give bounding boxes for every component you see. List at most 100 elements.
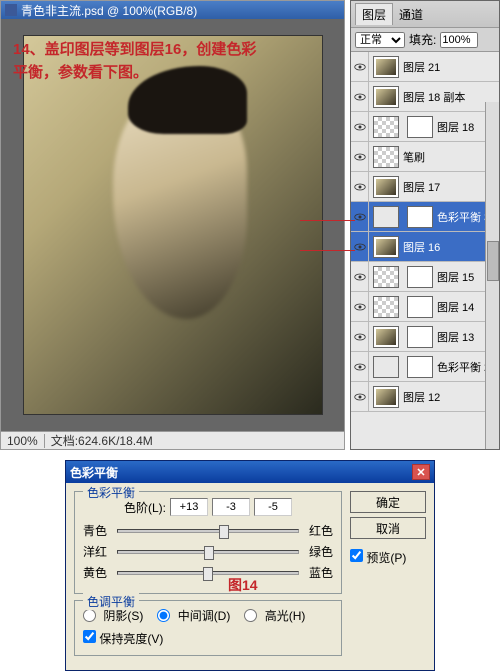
layer-mask-thumbnail[interactable]	[407, 326, 433, 348]
document-window: 青色非主流.psd @ 100%(RGB/8) 14、盖印图层等到图层16，创建…	[0, 0, 345, 450]
layer-name[interactable]: 图层 17	[403, 179, 440, 195]
level-cyan-red[interactable]	[170, 498, 208, 516]
layer-name[interactable]: 图层 16	[403, 239, 440, 255]
panel-tabs[interactable]: 图层 通道	[351, 1, 499, 28]
visibility-eye-icon[interactable]	[351, 262, 369, 292]
layer-row[interactable]: 图层 15	[351, 262, 499, 292]
portrait-image	[23, 35, 323, 415]
fill-value[interactable]	[440, 32, 478, 48]
layer-thumbnail[interactable]	[373, 386, 399, 408]
color-balance-dialog[interactable]: 色彩平衡 ✕ 色彩平衡 色阶(L): 青色红色 洋红绿色 黄色蓝色 色调平衡 阴…	[65, 460, 435, 671]
layer-mask-thumbnail[interactable]	[407, 356, 433, 378]
layer-name[interactable]: 图层 18	[437, 119, 474, 135]
scrollbar-vertical[interactable]	[485, 102, 499, 449]
visibility-eye-icon[interactable]	[351, 172, 369, 202]
layer-thumbnail[interactable]	[373, 296, 399, 318]
document-title: 青色非主流.psd @ 100%(RGB/8)	[21, 2, 197, 19]
layer-name[interactable]: 图层 14	[437, 299, 474, 315]
layer-name[interactable]: 图层 18 副本	[403, 89, 465, 105]
yellow-label: 黄色	[83, 564, 113, 581]
dialog-titlebar[interactable]: 色彩平衡 ✕	[66, 461, 434, 483]
layer-thumbnail[interactable]	[373, 266, 399, 288]
tab-layers[interactable]: 图层	[355, 3, 393, 25]
layer-thumbnail[interactable]	[373, 56, 399, 78]
magenta-label: 洋红	[83, 543, 113, 560]
layer-row[interactable]: 笔刷	[351, 142, 499, 172]
layer-row[interactable]: 图层 12	[351, 382, 499, 412]
layer-row[interactable]: 图层 13	[351, 322, 499, 352]
visibility-eye-icon[interactable]	[351, 202, 369, 232]
scrollbar-thumb[interactable]	[487, 241, 499, 281]
color-balance-group: 色彩平衡 色阶(L): 青色红色 洋红绿色 黄色蓝色	[74, 491, 342, 594]
layer-thumbnail[interactable]	[373, 206, 399, 228]
layer-thumbnail[interactable]	[373, 116, 399, 138]
zoom-level[interactable]: 100%	[1, 434, 45, 448]
layer-thumbnail[interactable]	[373, 236, 399, 258]
levels-label: 色阶(L):	[124, 499, 166, 516]
layer-mask-thumbnail[interactable]	[407, 266, 433, 288]
level-magenta-green[interactable]	[212, 498, 250, 516]
visibility-eye-icon[interactable]	[351, 382, 369, 412]
layer-row[interactable]: 图层 18	[351, 112, 499, 142]
layer-thumbnail[interactable]	[373, 86, 399, 108]
doc-size-info: 文档:624.6K/18.4M	[45, 432, 159, 449]
close-icon[interactable]: ✕	[412, 464, 430, 480]
layers-panel[interactable]: 图层 通道 正常 填充: 图层 21 图层 18 副本图层 18 笔刷图层 17 色彩…	[350, 0, 500, 450]
layer-mask-thumbnail[interactable]	[407, 116, 433, 138]
callout-line-2	[300, 250, 355, 251]
layer-row[interactable]: 色彩平衡 2	[351, 352, 499, 382]
layer-mask-thumbnail[interactable]	[407, 296, 433, 318]
tab-channels[interactable]: 通道	[393, 4, 429, 25]
visibility-eye-icon[interactable]	[351, 292, 369, 322]
layer-thumbnail[interactable]	[373, 326, 399, 348]
layer-thumbnail[interactable]	[373, 176, 399, 198]
layer-name[interactable]: 图层 21	[403, 59, 440, 75]
highlights-radio[interactable]: 高光(H)	[244, 607, 305, 624]
green-label: 绿色	[303, 543, 333, 560]
preview-check[interactable]: 预览(P)	[350, 549, 406, 566]
layer-name[interactable]: 图层 12	[403, 389, 440, 405]
blend-mode-select[interactable]: 正常	[355, 32, 405, 48]
group-label: 色彩平衡	[83, 484, 139, 501]
visibility-eye-icon[interactable]	[351, 322, 369, 352]
preserve-luminosity-check[interactable]: 保持亮度(V)	[83, 630, 163, 647]
visibility-eye-icon[interactable]	[351, 352, 369, 382]
layer-name[interactable]: 图层 13	[437, 329, 474, 345]
visibility-eye-icon[interactable]	[351, 82, 369, 112]
layer-name[interactable]: 色彩平衡 3	[437, 209, 490, 225]
level-yellow-blue[interactable]	[254, 498, 292, 516]
midtones-radio[interactable]: 中间调(D)	[157, 607, 230, 624]
visibility-eye-icon[interactable]	[351, 112, 369, 142]
callout-line-1	[300, 220, 355, 221]
visibility-eye-icon[interactable]	[351, 142, 369, 172]
layer-name[interactable]: 色彩平衡 2	[437, 359, 490, 375]
layer-row[interactable]: 图层 18 副本	[351, 82, 499, 112]
layer-mask-thumbnail[interactable]	[407, 206, 433, 228]
cancel-button[interactable]: 取消	[350, 517, 426, 539]
layer-options: 正常 填充:	[351, 28, 499, 52]
status-bar: 100% 文档:624.6K/18.4M	[1, 431, 344, 449]
layer-row[interactable]: 色彩平衡 3	[351, 202, 499, 232]
layer-list[interactable]: 图层 21 图层 18 副本图层 18 笔刷图层 17 色彩平衡 3 图层 16 图层 1…	[351, 52, 499, 449]
slider-yellow-blue[interactable]	[117, 571, 299, 575]
slider-cyan-red[interactable]	[117, 529, 299, 533]
slider-magenta-green[interactable]	[117, 550, 299, 554]
tone-group-label: 色调平衡	[83, 593, 139, 610]
tone-balance-group: 色调平衡 阴影(S) 中间调(D) 高光(H) 保持亮度(V)	[74, 600, 342, 656]
visibility-eye-icon[interactable]	[351, 232, 369, 262]
layer-thumbnail[interactable]	[373, 146, 399, 168]
layer-name[interactable]: 图层 15	[437, 269, 474, 285]
layer-thumbnail[interactable]	[373, 356, 399, 378]
layer-row[interactable]: 图层 16	[351, 232, 499, 262]
visibility-eye-icon[interactable]	[351, 52, 369, 82]
layer-row[interactable]: 图层 14	[351, 292, 499, 322]
canvas-area[interactable]: 14、盖印图层等到图层16，创建色彩 平衡，参数看下图。	[1, 19, 344, 431]
ps-file-icon	[5, 4, 17, 16]
document-titlebar[interactable]: 青色非主流.psd @ 100%(RGB/8)	[1, 1, 344, 19]
layer-row[interactable]: 图层 21	[351, 52, 499, 82]
layer-name[interactable]: 笔刷	[403, 149, 425, 165]
ok-button[interactable]: 确定	[350, 491, 426, 513]
tutorial-annotation: 14、盖印图层等到图层16，创建色彩 平衡，参数看下图。	[13, 39, 256, 84]
layer-row[interactable]: 图层 17	[351, 172, 499, 202]
figure-label: 图14	[228, 575, 258, 595]
